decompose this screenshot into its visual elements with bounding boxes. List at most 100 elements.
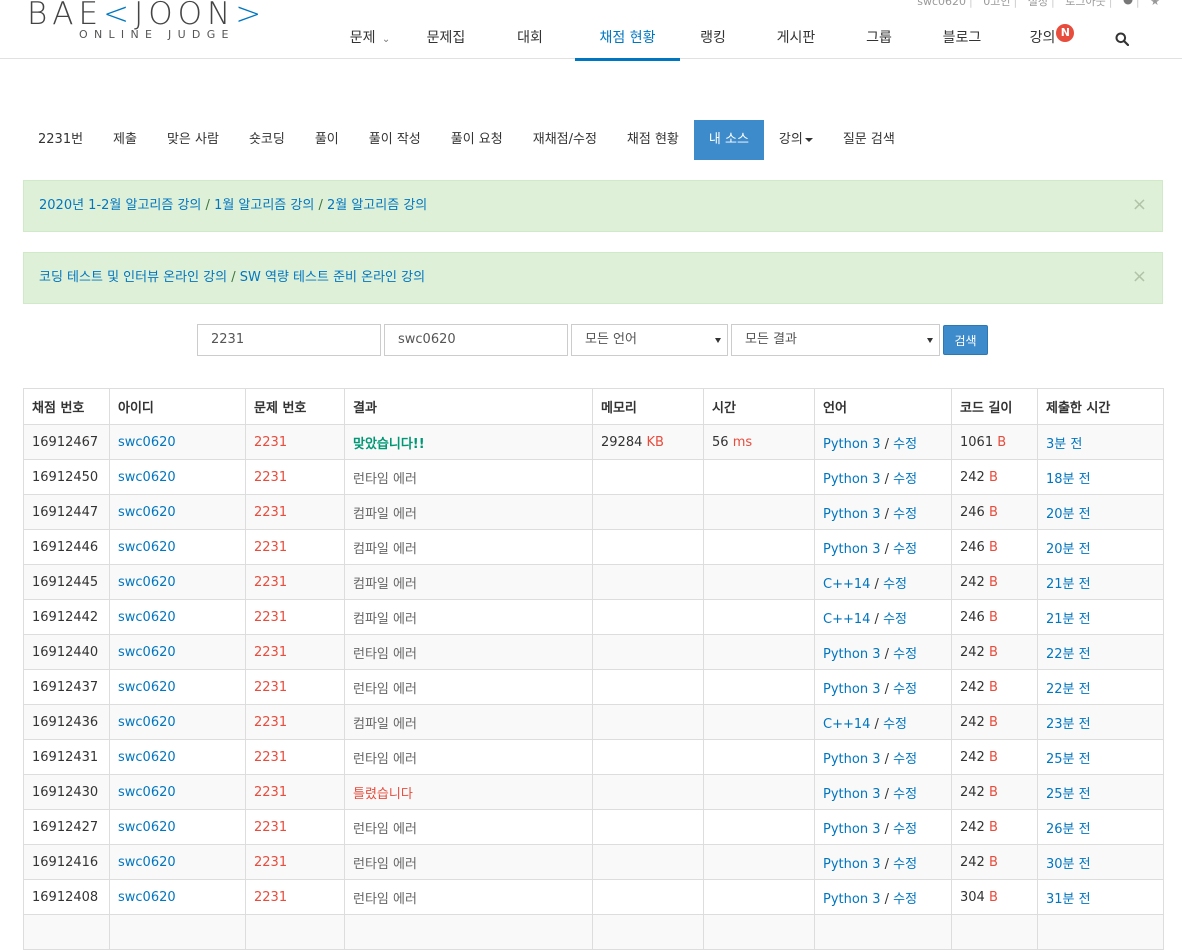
- problem-link[interactable]: 2231: [245, 599, 345, 635]
- edit-link[interactable]: 수정: [883, 612, 907, 627]
- user-link[interactable]: swc0620: [109, 599, 246, 635]
- submitted-time[interactable]: 30분 전: [1037, 844, 1164, 880]
- language-link[interactable]: C++14: [823, 577, 870, 592]
- submitted-time[interactable]: 22분 전: [1037, 669, 1164, 705]
- problem-link[interactable]: 2231: [245, 459, 345, 495]
- problem-link[interactable]: 2231: [245, 704, 345, 740]
- problem-link[interactable]: 2231: [245, 879, 345, 915]
- language-link[interactable]: Python 3: [823, 822, 880, 837]
- edit-link[interactable]: 수정: [893, 787, 917, 802]
- language-link[interactable]: Python 3: [823, 857, 880, 872]
- problem-link[interactable]: 2231: [245, 634, 345, 670]
- language-link[interactable]: Python 3: [823, 542, 880, 557]
- language-select[interactable]: 모든 언어: [571, 324, 728, 356]
- nav-ranking[interactable]: 랭킹: [680, 18, 746, 58]
- tab-solutions[interactable]: 풀이: [300, 120, 354, 160]
- edit-link[interactable]: 수정: [883, 717, 907, 732]
- submitted-time[interactable]: 25분 전: [1037, 774, 1164, 810]
- edit-link[interactable]: 수정: [893, 857, 917, 872]
- col-code-length[interactable]: 코드 길이: [951, 388, 1038, 425]
- tab-question-search[interactable]: 질문 검색: [828, 120, 910, 160]
- user-link[interactable]: swc0620: [109, 774, 246, 810]
- submitted-time[interactable]: 20분 전: [1037, 529, 1164, 565]
- user-link[interactable]: swc0620: [109, 739, 246, 775]
- language-link[interactable]: Python 3: [823, 892, 880, 907]
- alert-link[interactable]: 2020년 1-2월 알고리즘 강의: [39, 198, 201, 213]
- user-link[interactable]: swc0620: [109, 704, 246, 740]
- col-submitted-at[interactable]: 제출한 시간: [1037, 388, 1164, 425]
- search-submit-button[interactable]: 검색: [943, 325, 988, 355]
- tab-rejudge[interactable]: 재채점/수정: [518, 120, 612, 160]
- search-button[interactable]: [1092, 18, 1152, 58]
- submitted-time[interactable]: 3분 전: [1037, 424, 1164, 460]
- edit-link[interactable]: 수정: [893, 892, 917, 907]
- tab-status[interactable]: 채점 현황: [612, 120, 694, 160]
- tab-request-solution[interactable]: 풀이 요청: [436, 120, 518, 160]
- problem-link[interactable]: 2231: [245, 494, 345, 530]
- user-link[interactable]: swc0620: [109, 459, 246, 495]
- language-link[interactable]: Python 3: [823, 472, 880, 487]
- problem-link[interactable]: 2231: [245, 844, 345, 880]
- col-problem[interactable]: 문제 번호: [245, 388, 345, 425]
- language-link[interactable]: C++14: [823, 612, 870, 627]
- submitted-time[interactable]: 25분 전: [1037, 739, 1164, 775]
- col-time[interactable]: 시간: [703, 388, 815, 425]
- tab-lecture[interactable]: 강의: [764, 120, 828, 160]
- result-select[interactable]: 모든 결과: [731, 324, 940, 356]
- edit-link[interactable]: 수정: [883, 577, 907, 592]
- edit-link[interactable]: 수정: [893, 822, 917, 837]
- user-link[interactable]: swc0620: [109, 424, 246, 460]
- submitted-time[interactable]: 21분 전: [1037, 564, 1164, 600]
- problem-link[interactable]: 2231: [245, 669, 345, 705]
- user-link[interactable]: swc0620: [109, 809, 246, 845]
- edit-link[interactable]: 수정: [893, 542, 917, 557]
- user-link[interactable]: swc0620: [109, 669, 246, 705]
- nav-lecture[interactable]: 강의 N: [1012, 18, 1092, 58]
- language-link[interactable]: Python 3: [823, 437, 880, 452]
- edit-link[interactable]: 수정: [893, 472, 917, 487]
- edit-link[interactable]: 수정: [893, 437, 917, 452]
- problem-link[interactable]: 2231: [245, 424, 345, 460]
- submitted-time[interactable]: 22분 전: [1037, 634, 1164, 670]
- submitted-time[interactable]: 23분 전: [1037, 704, 1164, 740]
- nav-contest[interactable]: 대회: [482, 18, 578, 58]
- submitted-time[interactable]: 31분 전: [1037, 879, 1164, 915]
- tab-problem-number[interactable]: 2231번: [23, 120, 98, 160]
- tab-submit[interactable]: 제출: [98, 120, 152, 160]
- col-submission-id[interactable]: 채점 번호: [23, 388, 110, 425]
- submitted-time[interactable]: 21분 전: [1037, 599, 1164, 635]
- problem-link[interactable]: 2231: [245, 809, 345, 845]
- nav-group[interactable]: 그룹: [846, 18, 912, 58]
- col-user[interactable]: 아이디: [109, 388, 246, 425]
- nav-problems[interactable]: 문제 ⌄: [330, 18, 410, 58]
- user-link[interactable]: swc0620: [109, 494, 246, 530]
- tab-short-coding[interactable]: 숏코딩: [234, 120, 300, 160]
- nav-status[interactable]: 채점 현황: [575, 18, 680, 61]
- edit-link[interactable]: 수정: [893, 647, 917, 662]
- tab-write-solution[interactable]: 풀이 작성: [354, 120, 436, 160]
- submitted-time[interactable]: 18분 전: [1037, 459, 1164, 495]
- nav-blog[interactable]: 블로그: [912, 18, 1012, 58]
- problem-link[interactable]: 2231: [245, 564, 345, 600]
- language-link[interactable]: Python 3: [823, 752, 880, 767]
- language-link[interactable]: C++14: [823, 717, 870, 732]
- language-link[interactable]: Python 3: [823, 647, 880, 662]
- alert-link[interactable]: 1월 알고리즘 강의: [214, 198, 314, 213]
- nav-workbook[interactable]: 문제집: [410, 18, 482, 58]
- tab-my-source[interactable]: 내 소스: [693, 120, 764, 160]
- user-link[interactable]: swc0620: [109, 879, 246, 915]
- edit-link[interactable]: 수정: [893, 752, 917, 767]
- col-result[interactable]: 결과: [344, 388, 593, 425]
- edit-link[interactable]: 수정: [893, 507, 917, 522]
- close-icon[interactable]: ×: [1132, 253, 1147, 301]
- alert-link[interactable]: 코딩 테스트 및 인터뷰 온라인 강의: [39, 270, 227, 285]
- nav-board[interactable]: 게시판: [746, 18, 846, 58]
- edit-link[interactable]: 수정: [893, 682, 917, 697]
- user-link[interactable]: swc0620: [109, 564, 246, 600]
- user-link[interactable]: swc0620: [109, 634, 246, 670]
- language-link[interactable]: Python 3: [823, 787, 880, 802]
- problem-link[interactable]: 2231: [245, 739, 345, 775]
- language-link[interactable]: Python 3: [823, 682, 880, 697]
- problem-link[interactable]: 2231: [245, 529, 345, 565]
- col-language[interactable]: 언어: [814, 388, 952, 425]
